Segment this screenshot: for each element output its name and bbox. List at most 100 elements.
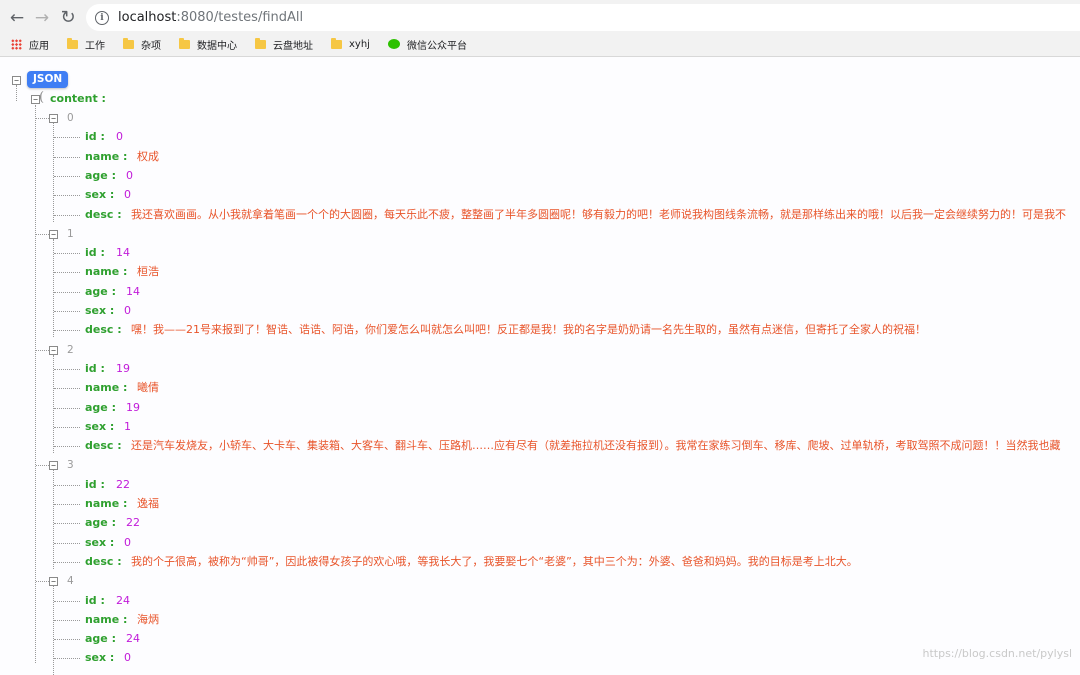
item-index: 3 xyxy=(67,459,74,472)
field-key-name: name : xyxy=(85,381,128,395)
field-value-age: 19 xyxy=(126,400,140,414)
field-value-desc: 嘿！我——21号来报到了！智诰、诰诰、阿诰，你们爱怎么叫就怎么叫吧！反正都是我！… xyxy=(131,323,926,337)
apps-grid-icon xyxy=(11,38,22,50)
field-key-name: name : xyxy=(85,265,128,279)
bookmark-label: 工作 xyxy=(85,40,105,52)
field-key-name: name : xyxy=(85,612,128,626)
tree-line xyxy=(54,504,80,505)
tree-line xyxy=(53,586,54,675)
field-value-desc: 我还喜欢画画。从小我就拿着笔画一个个的大圆圈，每天乐此不疲，整整画了半年多圆圈呢… xyxy=(131,207,1066,221)
collapse-item-toggle[interactable]: − xyxy=(49,114,58,123)
collapse-item-toggle[interactable]: − xyxy=(49,229,58,239)
field-key-desc: desc : xyxy=(85,323,122,337)
tree-line xyxy=(54,311,80,312)
field-value-name: 曦倩 xyxy=(137,381,159,395)
tree-line xyxy=(16,85,17,101)
bookmark-label: 杂项 xyxy=(141,40,161,52)
json-root-badge[interactable]: JSON xyxy=(27,71,69,88)
browser-toolbar: ← → ↻ i localhost:8080/testes/findAll xyxy=(0,0,1080,36)
tree-line xyxy=(54,619,80,621)
collapse-root-toggle[interactable]: − xyxy=(12,76,21,85)
reload-icon[interactable]: ↻ xyxy=(57,7,79,29)
tree-line xyxy=(54,639,80,641)
back-arrow-icon[interactable]: ← xyxy=(6,7,28,29)
folder-icon xyxy=(331,37,342,49)
field-value-sex: 1 xyxy=(124,419,131,433)
bookmark-work[interactable]: 工作 xyxy=(67,37,105,52)
bookmark-xyhj[interactable]: xyhj xyxy=(331,37,370,50)
field-key-id: id : xyxy=(85,593,105,607)
bookmark-cloud-disk[interactable]: 云盘地址 xyxy=(255,37,313,52)
tree-line xyxy=(54,291,80,293)
tree-line xyxy=(54,561,80,563)
field-key-age: age : xyxy=(85,516,116,530)
field-value-desc: 还是汽车发烧友，小轿车、大卡车、集装箱、大客车、翻斗车、压路机……应有尽有（就差… xyxy=(131,439,1061,453)
info-icon[interactable]: i xyxy=(95,10,109,25)
field-key-age: age : xyxy=(85,168,116,182)
field-value-age: 14 xyxy=(126,284,140,298)
field-key-sex: sex : xyxy=(85,419,115,433)
tree-line xyxy=(54,195,80,197)
collapse-item-toggle[interactable]: − xyxy=(49,461,58,471)
tree-line xyxy=(54,272,80,274)
tree-line xyxy=(36,349,49,351)
bookmark-misc[interactable]: 杂项 xyxy=(123,37,161,52)
tree-line xyxy=(54,600,80,602)
url-host: localhost xyxy=(118,10,177,25)
field-value-desc: 我的个子很高，被称为“帅哥”，因此被得女孩子的欢心哦，等我长大了，我要娶七个“老… xyxy=(131,554,858,568)
field-value-id: 14 xyxy=(116,246,130,260)
tree-line xyxy=(36,581,49,583)
forward-arrow-icon[interactable]: → xyxy=(31,7,53,29)
collapse-item-toggle[interactable]: − xyxy=(49,577,58,587)
tree-line xyxy=(54,368,80,370)
tree-line xyxy=(54,446,80,448)
field-key-id: id : xyxy=(85,130,105,144)
folder-icon xyxy=(255,37,266,49)
tree-line xyxy=(35,105,36,663)
folder-icon xyxy=(179,37,190,49)
tree-line xyxy=(54,484,80,486)
bookmark-wechat[interactable]: 微信公众平台 xyxy=(387,37,467,52)
tree-line xyxy=(54,658,80,660)
field-value-age: 22 xyxy=(126,516,140,530)
bookmark-data-center[interactable]: 数据中心 xyxy=(179,37,237,52)
field-key-id: id : xyxy=(85,246,105,260)
bookmark-label: 应用 xyxy=(29,40,49,52)
field-key-sex: sex : xyxy=(85,188,115,202)
field-value-name: 海炳 xyxy=(137,612,159,626)
bookmark-apps[interactable]: 应用 xyxy=(11,37,49,52)
field-key-age: age : xyxy=(85,284,116,298)
tree-line xyxy=(36,233,49,235)
field-value-sex: 0 xyxy=(124,535,131,549)
content-key: content : xyxy=(50,92,106,105)
collapse-item-toggle[interactable]: − xyxy=(49,345,58,355)
field-value-sex: 0 xyxy=(124,651,131,665)
tree-line xyxy=(54,156,80,158)
field-key-name: name : xyxy=(85,497,128,510)
bookmark-label: 数据中心 xyxy=(197,40,237,52)
tree-line xyxy=(54,388,80,390)
tree-line xyxy=(54,542,80,544)
tree-line xyxy=(54,137,80,139)
item-index: 1 xyxy=(67,227,74,240)
tree-line xyxy=(54,426,80,428)
tree-line xyxy=(54,253,80,255)
item-index: 2 xyxy=(67,343,74,356)
field-key-age: age : xyxy=(85,632,116,646)
field-value-age: 24 xyxy=(126,632,140,646)
field-value-id: 24 xyxy=(116,593,130,607)
field-value-id: 19 xyxy=(116,361,130,375)
field-key-id: id : xyxy=(85,361,105,375)
url-path: :8080/testes/findAll xyxy=(176,10,304,25)
tree-line xyxy=(36,118,49,119)
bookmark-label: 微信公众平台 xyxy=(406,40,467,52)
tree-line xyxy=(54,175,80,177)
address-bar[interactable]: i localhost:8080/testes/findAll xyxy=(86,4,1080,31)
field-value-id: 22 xyxy=(116,477,130,491)
field-value-age: 0 xyxy=(126,168,133,182)
url-text[interactable]: localhost:8080/testes/findAll xyxy=(118,10,303,25)
field-key-desc: desc : xyxy=(85,554,122,568)
bookmark-label: 云盘地址 xyxy=(273,40,313,52)
field-value-sex: 0 xyxy=(124,188,131,202)
field-key-sex: sex : xyxy=(85,535,115,549)
